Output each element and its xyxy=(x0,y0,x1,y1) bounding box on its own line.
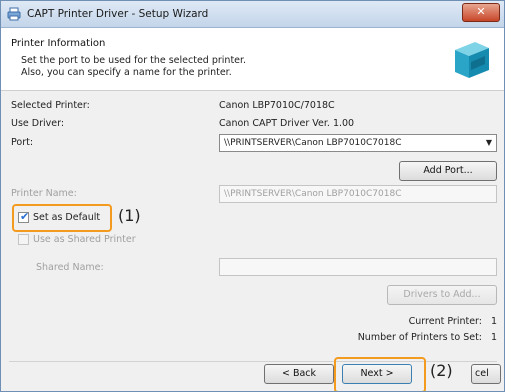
current-printer-label: Current Printer: xyxy=(408,316,482,327)
highlight-box-2 xyxy=(334,357,426,391)
add-port-button[interactable]: Add Port... xyxy=(399,161,497,181)
printers-to-set-label: Number of Printers to Set: xyxy=(357,332,482,343)
page-description: Set the port to be used for the selected… xyxy=(21,55,246,79)
use-shared-label[interactable]: Use as Shared Printer xyxy=(33,234,136,245)
title-bar: CAPT Printer Driver - Setup Wizard ✕ xyxy=(1,1,504,28)
use-shared-checkbox[interactable] xyxy=(18,234,29,245)
printer-name-label: Printer Name: xyxy=(11,188,77,199)
printer-driver-icon xyxy=(7,7,21,21)
chevron-down-icon: ▼ xyxy=(485,138,492,147)
cancel-button[interactable]: cel xyxy=(471,364,501,384)
back-button[interactable]: < Back xyxy=(264,364,334,384)
page-title: Printer Information xyxy=(11,38,106,49)
highlight-box-1 xyxy=(12,204,112,232)
window-title: CAPT Printer Driver - Setup Wizard xyxy=(27,8,209,20)
printers-to-set-value: 1 xyxy=(491,332,498,343)
description-line-2: Also, you can specify a name for the pri… xyxy=(21,67,232,78)
callout-2: (2) xyxy=(430,361,453,380)
wizard-header: Printer Information Set the port to be u… xyxy=(1,28,504,91)
port-label: Port: xyxy=(11,137,34,148)
callout-1: (1) xyxy=(118,206,141,225)
use-driver-label: Use Driver: xyxy=(11,118,65,129)
shared-name-label: Shared Name: xyxy=(36,262,104,273)
selected-printer-value: Canon LBP7010C/7018C xyxy=(219,100,335,111)
current-printer-value: 1 xyxy=(491,316,498,327)
selected-printer-label: Selected Printer: xyxy=(11,100,90,111)
close-button[interactable]: ✕ xyxy=(462,3,500,22)
use-driver-value: Canon CAPT Driver Ver. 1.00 xyxy=(219,118,355,129)
description-line-1: Set the port to be used for the selected… xyxy=(21,55,247,66)
printer-name-field[interactable]: \\PRINTSERVER\Canon LBP7010C7018C xyxy=(219,185,497,203)
cancel-label: cel xyxy=(475,368,489,379)
port-select[interactable]: \\PRINTSERVER\Canon LBP7010C7018C ▼ xyxy=(219,134,497,152)
shared-name-field[interactable] xyxy=(219,258,497,276)
printer-graphic-icon xyxy=(455,42,489,78)
port-select-value: \\PRINTSERVER\Canon LBP7010C7018C xyxy=(224,138,402,148)
printer-name-value: \\PRINTSERVER\Canon LBP7010C7018C xyxy=(224,189,402,199)
drivers-to-add-button[interactable]: Drivers to Add... xyxy=(387,285,497,305)
setup-wizard-window: CAPT Printer Driver - Setup Wizard ✕ Pri… xyxy=(0,0,505,392)
